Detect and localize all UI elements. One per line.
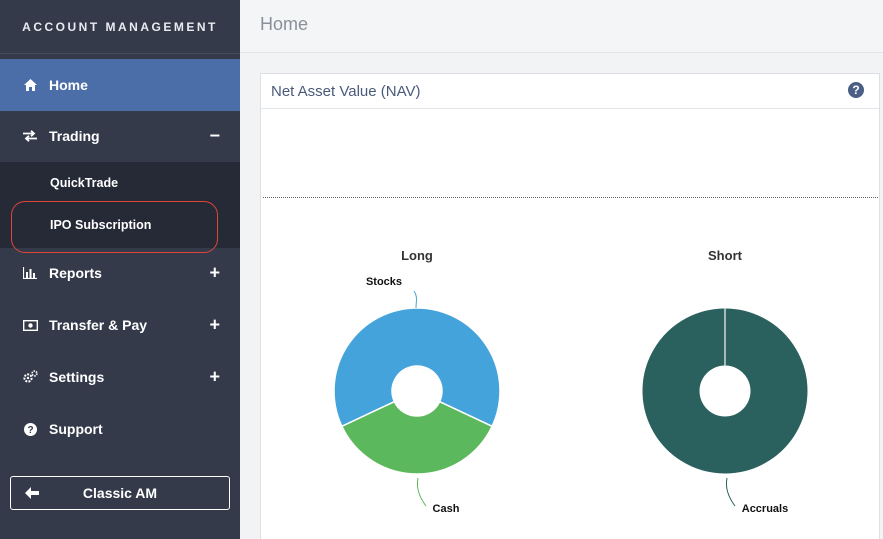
- sidebar-item-label: Home: [49, 77, 88, 93]
- label-connector-accruals: [726, 477, 736, 507]
- submenu-item-quicktrade[interactable]: QuickTrade: [50, 176, 118, 190]
- transfer-arrows-icon: [20, 130, 40, 142]
- svg-text:?: ?: [27, 425, 33, 436]
- expand-icon[interactable]: +: [209, 367, 220, 388]
- sidebar-item-support[interactable]: ? Support: [0, 403, 240, 455]
- classic-am-button[interactable]: Classic AM: [10, 476, 230, 510]
- chart-title-short: Short: [708, 248, 743, 263]
- sidebar-brand: ACCOUNT MANAGEMENT: [0, 0, 240, 54]
- chart-title-long: Long: [401, 248, 433, 263]
- sidebar-item-label: Settings: [49, 369, 105, 385]
- data-label-stocks: Stocks: [366, 276, 402, 288]
- bar-chart-icon: [20, 267, 40, 279]
- arrow-left-icon: [25, 487, 39, 499]
- sidebar-item-label: Support: [49, 421, 103, 437]
- sidebar-item-label: Transfer & Pay: [49, 317, 148, 333]
- collapse-icon[interactable]: −: [209, 126, 220, 147]
- money-icon: [20, 319, 40, 331]
- sidebar-item-label: Trading: [49, 128, 100, 144]
- expand-icon[interactable]: +: [209, 263, 220, 284]
- highlight-ring: [11, 201, 218, 253]
- nav-charts: Long Stocks Cash Short Accruals: [333, 248, 809, 515]
- sidebar-item-label: Reports: [49, 265, 102, 281]
- sidebar-item-home[interactable]: Home: [0, 59, 240, 111]
- sidebar-item-reports[interactable]: Reports +: [0, 247, 240, 299]
- classic-am-label: Classic AM: [82, 485, 158, 501]
- sidebar-item-transfer-pay[interactable]: Transfer & Pay +: [0, 299, 240, 351]
- gears-icon: [20, 370, 40, 384]
- data-label-accruals: Accruals: [742, 503, 788, 515]
- sidebar-item-settings[interactable]: Settings +: [0, 351, 240, 403]
- sidebar-item-trading[interactable]: Trading −: [0, 110, 240, 162]
- expand-icon[interactable]: +: [209, 315, 220, 336]
- label-connector-cash: [417, 477, 427, 507]
- home-icon: [20, 79, 40, 91]
- data-label-cash: Cash: [433, 503, 460, 515]
- slice-stocks[interactable]: [333, 307, 501, 428]
- question-circle-icon: ?: [20, 422, 40, 436]
- nav-panel: Net Asset Value (NAV) ? Long Stocks Cash Sh…: [260, 73, 880, 539]
- page-header: Home: [240, 0, 883, 53]
- page-title: Home: [260, 14, 309, 34]
- sidebar: ACCOUNT MANAGEMENT Home Trading − QuickT…: [0, 0, 240, 539]
- label-connector-stocks: [413, 290, 417, 309]
